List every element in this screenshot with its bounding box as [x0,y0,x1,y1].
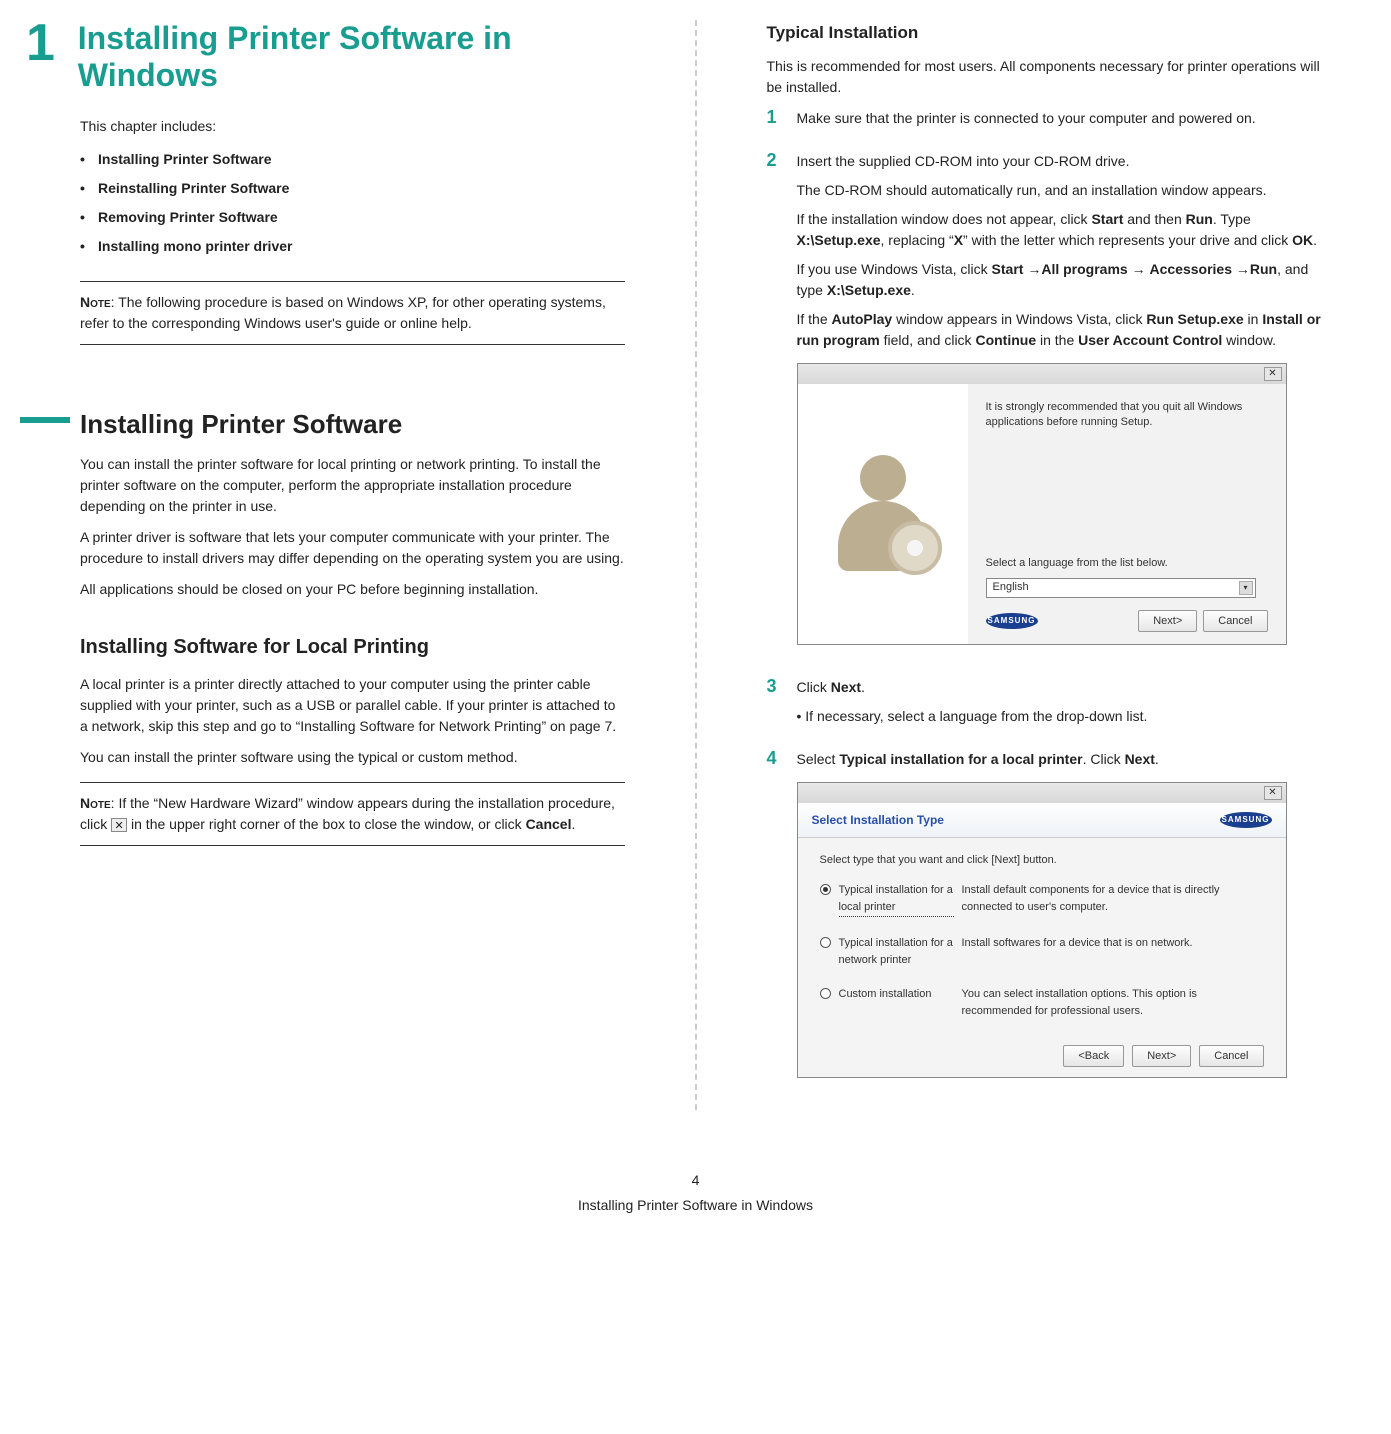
step-text: Click Next. [797,677,1332,698]
dialog-titlebar: ✕ [798,783,1286,803]
radio-icon[interactable] [820,884,831,895]
samsung-logo: SAMSUNG [986,613,1038,629]
step-text: The CD-ROM should automatically run, and… [797,180,1332,201]
radio-icon[interactable] [820,937,831,948]
step-text: If you use Windows Vista, click Start →A… [797,259,1332,301]
chapter-title: Installing Printer Software in Windows [78,20,625,94]
page-footer: 4 Installing Printer Software in Windows [60,1170,1331,1216]
option-description: You can select installation options. Thi… [962,986,1264,1019]
chapter-toc: Installing Printer Software Reinstalling… [80,149,625,257]
body-text: All applications should be closed on you… [80,579,625,600]
samsung-logo: SAMSUNG [1220,812,1272,828]
chapter-note: Note: The following procedure is based o… [80,281,625,345]
dialog-subtitle: Select type that you want and click [Nex… [820,852,1264,869]
dialog-titlebar: ✕ [798,364,1286,384]
close-icon[interactable]: ✕ [1264,786,1282,800]
toc-item[interactable]: Installing mono printer driver [80,236,625,257]
option-row[interactable]: Typical installation for a local printer… [820,882,1264,917]
option-label: Typical installation for a local printer [839,882,954,917]
step-text: Select Typical installation for a local … [797,749,1332,770]
chapter-intro: This chapter includes: [80,116,625,137]
body-text: You can install the printer software usi… [80,747,625,768]
language-label: Select a language from the list below. [986,555,1268,572]
chevron-down-icon[interactable]: ▾ [1239,581,1253,595]
option-description: Install softwares for a device that is o… [962,935,1264,952]
cancel-button[interactable]: Cancel [1203,610,1267,632]
toc-item[interactable]: Reinstalling Printer Software [80,178,625,199]
cancel-button[interactable]: Cancel [1199,1045,1263,1067]
back-button[interactable]: <Back [1063,1045,1124,1067]
toc-item[interactable]: Installing Printer Software [80,149,625,170]
step-text: If the installation window does not appe… [797,209,1332,251]
step-number: 3 [767,677,785,735]
close-icon[interactable]: ✕ [1264,367,1282,381]
step-number: 1 [767,108,785,137]
option-row[interactable]: Typical installation for a network print… [820,935,1264,968]
radio-icon[interactable] [820,988,831,999]
next-button[interactable]: Next> [1132,1045,1191,1067]
running-title: Installing Printer Software in Windows [60,1195,1331,1216]
body-text: This is recommended for most users. All … [767,56,1332,98]
language-value: English [993,579,1029,596]
option-label: Typical installation for a network print… [839,935,954,968]
step-number: 2 [767,151,785,663]
local-note: Note: If the “New Hardware Wizard” windo… [80,782,625,846]
close-icon: ✕ [111,818,127,832]
step-text: If the AutoPlay window appears in Window… [797,309,1332,351]
typical-installation-title: Typical Installation [767,20,1332,46]
toc-item[interactable]: Removing Printer Software [80,207,625,228]
option-label: Custom installation [839,986,954,1003]
body-text: A local printer is a printer directly at… [80,674,625,737]
note-text: in the upper right corner of the box to … [127,816,525,832]
option-description: Install default components for a device … [962,882,1264,915]
installer-language-dialog: ✕ It is strongly recom [797,363,1287,645]
section-stripe-icon [20,417,70,423]
language-select[interactable]: English ▾ [986,578,1256,598]
subsection-title: Installing Software for Local Printing [80,632,625,662]
dialog-illustration [798,384,968,644]
note-text: : The following procedure is based on Wi… [80,294,606,331]
chapter-number: 1 [26,20,60,67]
dialog-message: It is strongly recommended that you quit… [986,400,1268,431]
page-number: 4 [60,1170,1331,1191]
note-text: . [571,816,575,832]
dialog-header-title: Select Installation Type [812,811,944,829]
step-text: Insert the supplied CD-ROM into your CD-… [797,151,1332,172]
column-divider [695,20,697,1110]
body-text: You can install the printer software for… [80,454,625,517]
section-title: Installing Printer Software [80,405,625,444]
next-button[interactable]: Next> [1138,610,1197,632]
note-label: Note [80,294,111,310]
body-text: A printer driver is software that lets y… [80,527,625,569]
step-text: Make sure that the printer is connected … [797,108,1332,129]
cancel-label: Cancel [526,816,572,832]
step-bullet: • If necessary, select a language from t… [797,706,1332,727]
select-installation-type-dialog: ✕ Select Installation Type SAMSUNG Selec… [797,782,1287,1079]
option-row[interactable]: Custom installation You can select insta… [820,986,1264,1019]
note-label: Note [80,795,111,811]
step-number: 4 [767,749,785,1097]
